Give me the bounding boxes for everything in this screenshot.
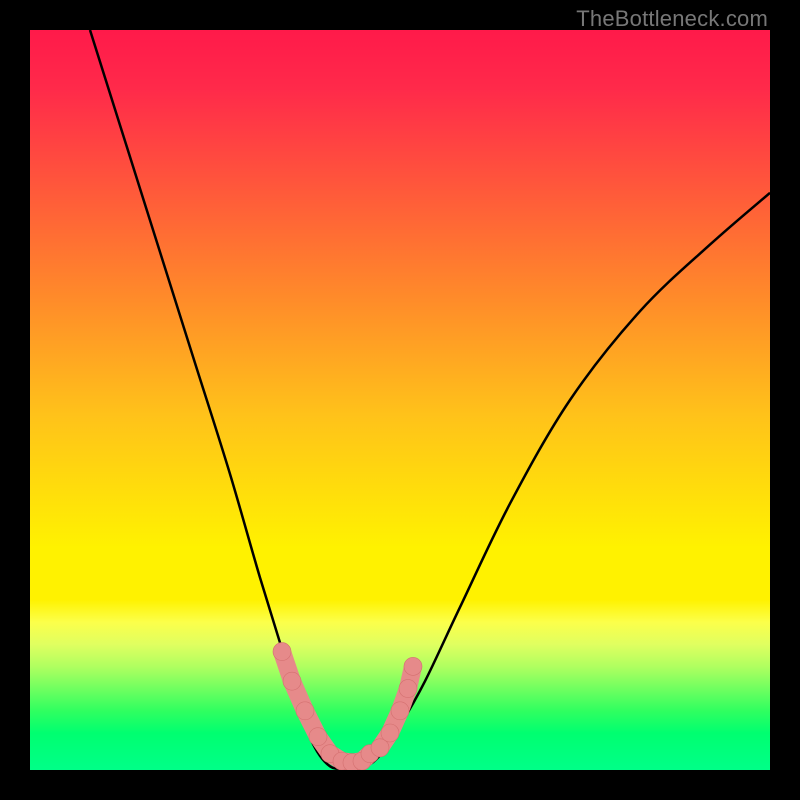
markers-right-group xyxy=(371,657,422,756)
marker-dot xyxy=(391,702,409,720)
marker-dot xyxy=(309,728,327,746)
marker-dot xyxy=(399,680,417,698)
chart-frame xyxy=(30,30,770,770)
markers-left-group xyxy=(273,643,379,770)
marker-dot xyxy=(273,643,291,661)
bottleneck-curve xyxy=(90,30,770,769)
chart-svg xyxy=(30,30,770,770)
marker-dot xyxy=(381,724,399,742)
watermark-text: TheBottleneck.com xyxy=(576,6,768,32)
marker-dot xyxy=(296,702,314,720)
marker-dot xyxy=(404,657,422,675)
plot-area xyxy=(30,30,770,770)
marker-dot xyxy=(283,672,301,690)
